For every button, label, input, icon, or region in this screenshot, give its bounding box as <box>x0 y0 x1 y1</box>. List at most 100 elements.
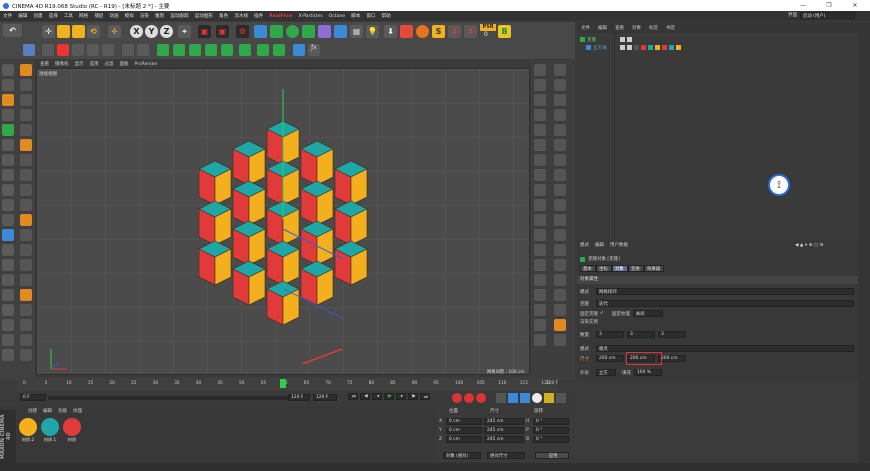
transform-icon[interactable]: ✢ <box>108 25 121 38</box>
tool-icon[interactable] <box>20 169 32 181</box>
left-tool-icon[interactable] <box>2 334 14 346</box>
palette-icon[interactable] <box>554 139 566 151</box>
cloth-icon[interactable]: ⬆ <box>464 25 477 38</box>
subdivision-icon[interactable] <box>286 25 299 38</box>
xparticles-emitter-icon[interactable] <box>400 25 413 38</box>
menu-item[interactable]: 网格 <box>79 13 88 19</box>
size-mode-dropdown[interactable]: 绝对尺寸 <box>487 452 525 459</box>
tool-icon[interactable] <box>20 109 32 121</box>
palette-icon[interactable] <box>554 79 566 91</box>
palette-icon[interactable] <box>554 289 566 301</box>
menu-item[interactable]: 流水线 <box>234 13 248 19</box>
object-menu-item[interactable]: 文件 <box>581 25 590 31</box>
menu-item[interactable]: 选择 <box>49 13 58 19</box>
prev-frame-icon[interactable]: ◂ <box>372 393 382 400</box>
left-tool-icon[interactable] <box>2 349 14 361</box>
maximize-button[interactable]: ❐ <box>816 0 842 11</box>
sky-icon[interactable] <box>293 44 305 56</box>
fill-field[interactable]: 100 % <box>634 369 662 376</box>
menu-item[interactable]: 脚本 <box>351 13 360 19</box>
palette-icon[interactable] <box>534 199 546 211</box>
record-icon[interactable] <box>452 393 462 403</box>
tool-icon[interactable] <box>20 274 32 286</box>
palette-icon[interactable] <box>554 199 566 211</box>
tab-transform[interactable]: 变换 <box>628 265 644 272</box>
clones-dropdown[interactable]: 迭代 <box>596 300 854 307</box>
left-tool-icon[interactable] <box>2 124 14 136</box>
tool-icon[interactable] <box>20 319 32 331</box>
mat-menu-function[interactable]: 功能 <box>58 408 67 414</box>
object-menu-item[interactable]: 查看 <box>615 25 624 31</box>
tool-icon[interactable] <box>20 139 32 151</box>
position-field[interactable]: 0 cm <box>446 427 482 434</box>
palette-icon[interactable] <box>534 139 546 151</box>
palette-icon[interactable] <box>554 304 566 316</box>
mograph-cloner-icon[interactable] <box>157 44 169 56</box>
menu-item[interactable]: 运动图形 <box>195 13 213 19</box>
palette-icon[interactable] <box>534 259 546 271</box>
realflow-icon[interactable]: ⬇ <box>384 25 397 38</box>
floor-icon[interactable] <box>334 25 347 38</box>
pen-spline-icon[interactable] <box>270 25 283 38</box>
menu-item[interactable]: RealFlow <box>269 14 292 19</box>
palette-icon[interactable] <box>554 64 566 76</box>
palette-icon[interactable] <box>554 334 566 346</box>
download-icon[interactable]: ⬇ <box>448 25 461 38</box>
text-tool-icon[interactable] <box>239 44 251 56</box>
attr-menu-edit[interactable]: 编辑 <box>595 242 604 248</box>
count-x-field[interactable]: 3 <box>596 331 624 338</box>
attr-nav-icons[interactable]: ◀ ▲ ⌖ ⊕ ▢ ⊟ <box>795 242 823 248</box>
select-tool-icon[interactable]: ⟲ <box>87 25 100 38</box>
scale-key-icon[interactable] <box>520 393 530 403</box>
camera-icon[interactable]: ▦ <box>350 25 363 38</box>
play-icon[interactable]: ▶ <box>384 393 394 400</box>
menu-item[interactable]: 雕刻 <box>155 13 164 19</box>
minimize-button[interactable]: — <box>790 0 816 11</box>
workplane-icon[interactable] <box>122 44 134 56</box>
viewport-menu-item[interactable]: 摄像机 <box>55 61 69 67</box>
viewport-menu-item[interactable]: 选项 <box>90 61 99 67</box>
model-mode-icon[interactable] <box>23 44 35 56</box>
tool-icon[interactable] <box>20 79 32 91</box>
uv-mode-icon[interactable] <box>87 44 99 56</box>
viewport-menu-item[interactable]: 面板 <box>120 61 129 67</box>
menu-item[interactable]: 角色 <box>219 13 228 19</box>
tool-icon[interactable] <box>20 64 32 76</box>
mograph-matrix-icon[interactable] <box>189 44 201 56</box>
fix-clone-checkbox[interactable]: ✓ <box>600 311 604 316</box>
pla-key-icon[interactable] <box>544 393 554 403</box>
material-swatch[interactable]: 材质.1 <box>40 418 60 443</box>
left-tool-icon[interactable] <box>2 244 14 256</box>
mode-dropdown[interactable]: 网格排列 <box>596 288 854 295</box>
tab-effectors[interactable]: 效果器 <box>644 265 664 272</box>
tool-icon[interactable] <box>20 199 32 211</box>
fix-texture-dropdown[interactable]: 关闭 <box>632 310 663 317</box>
mograph-text-icon[interactable] <box>205 44 217 56</box>
polygons-mode-icon[interactable] <box>72 44 84 56</box>
left-tool-icon[interactable] <box>2 304 14 316</box>
size-field[interactable]: 245 cm <box>484 427 524 434</box>
menu-item[interactable]: 渲染 <box>140 13 149 19</box>
left-tool-icon[interactable] <box>2 259 14 271</box>
menu-item[interactable]: 插件 <box>254 13 263 19</box>
menu-item[interactable]: 模拟 <box>125 13 134 19</box>
autokey-icon[interactable] <box>464 393 474 403</box>
tab-basic[interactable]: 基本 <box>580 265 596 272</box>
preview-end-field[interactable]: 120 F <box>288 394 310 401</box>
coord-mode-dropdown[interactable]: 对象 (相对) <box>443 452 481 459</box>
tool-icon[interactable] <box>20 349 32 361</box>
script-b-icon[interactable]: B <box>498 25 511 38</box>
octane-icon[interactable] <box>416 25 429 38</box>
palette-icon[interactable] <box>534 109 546 121</box>
left-tool-icon[interactable] <box>2 184 14 196</box>
left-tool-icon[interactable] <box>2 214 14 226</box>
menu-item[interactable]: 文件 <box>3 13 12 19</box>
tool-icon[interactable] <box>20 334 32 346</box>
loft-icon[interactable] <box>273 44 285 56</box>
viewport-menu-item[interactable]: 过滤 <box>105 61 114 67</box>
size-field[interactable]: 245 cm <box>484 418 524 425</box>
tab-object[interactable]: 对象 <box>612 265 628 272</box>
palette-icon[interactable] <box>534 304 546 316</box>
palette-icon[interactable] <box>534 64 546 76</box>
rotation-field[interactable]: 0 ° <box>533 427 569 434</box>
